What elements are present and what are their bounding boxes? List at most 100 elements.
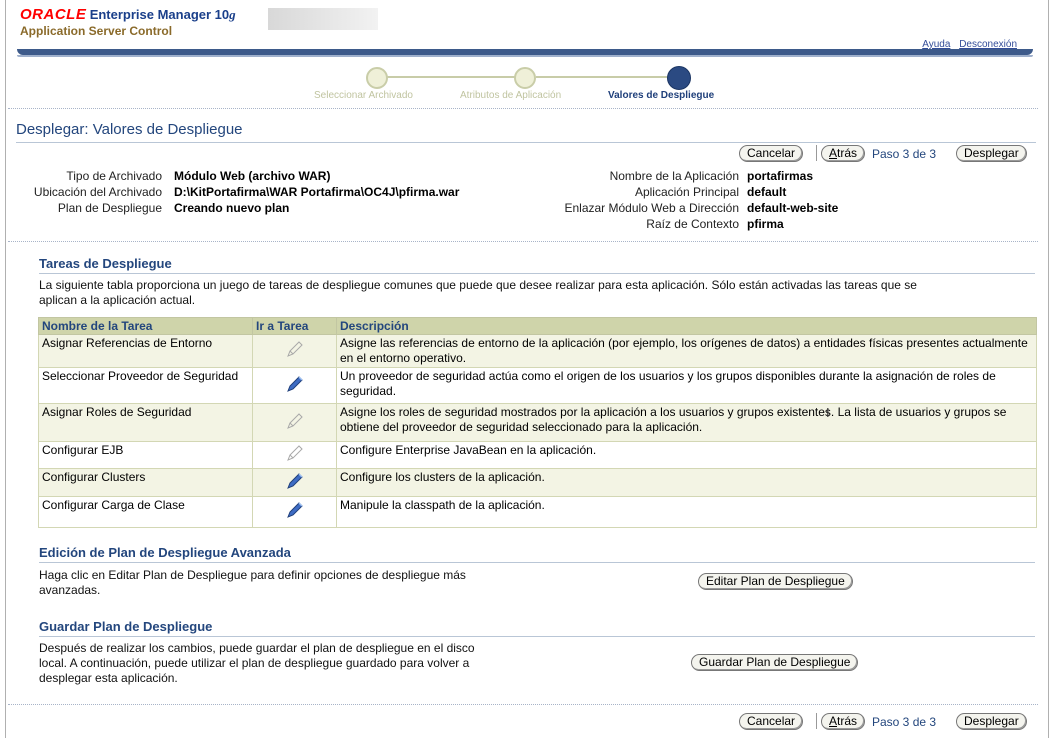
tasks-description-line: aplican a la aplicación actual.	[39, 293, 196, 307]
step-indicator-top: Paso 3 de 3	[872, 147, 937, 161]
button-separator	[816, 145, 817, 161]
task-name: Seleccionar Proveedor de Seguridad	[38, 367, 253, 404]
goto-task-cell	[252, 403, 337, 442]
column-header-description: Descripción	[336, 317, 1037, 335]
advanced-description: Haga clic en Editar Plan de Despliegue p…	[39, 568, 559, 598]
info-value-context-root: pfirma	[747, 217, 784, 231]
advanced-description-line: avanzadas.	[39, 583, 101, 597]
task-name: Asignar Referencias de Entorno	[38, 334, 253, 368]
column-header-task-name: Nombre de la Tarea	[38, 317, 253, 335]
task-description: Configure Enterprise JavaBean en la apli…	[336, 441, 1037, 469]
train-step-2-marker	[514, 67, 536, 89]
task-description: Asigne los roles de seguridad mostrados …	[336, 403, 1037, 442]
pencil-icon[interactable]	[285, 500, 305, 524]
table-row: Seleccionar Proveedor de Seguridad Un pr…	[38, 367, 1037, 404]
save-description-line: desplegar esta aplicación.	[39, 671, 178, 685]
info-label-archive-location: Ubicación del Archivado	[33, 185, 162, 199]
advanced-section-rule	[39, 562, 1035, 563]
task-description: Configure los clusters de la aplicación.	[336, 468, 1037, 497]
train-step-1-label: Seleccionar Archivado	[314, 90, 413, 101]
brand-swatch	[268, 8, 378, 30]
save-plan-button[interactable]: Guardar Plan de Despliegue	[691, 654, 859, 671]
task-description: Asigne las referencias de entorno de la …	[336, 334, 1037, 368]
task-description: Un proveedor de seguridad actúa como el …	[336, 367, 1037, 404]
goto-task-cell[interactable]	[252, 496, 337, 528]
info-value-parent-app: default	[747, 185, 787, 199]
deploy-button-bottom[interactable]: Desplegar	[956, 713, 1027, 730]
tasks-section-title: Tareas de Despliegue	[39, 256, 172, 271]
train-connector-1	[384, 76, 516, 78]
page-title: Desplegar: Valores de Despliegue	[16, 121, 243, 138]
save-description-line: Después de realizar los cambios, puede g…	[39, 641, 475, 655]
info-label-context-root: Raíz de Contexto	[646, 217, 739, 231]
back-label: trás	[837, 714, 858, 728]
goto-task-cell[interactable]	[252, 468, 337, 497]
info-value-bind-web-module: default-web-site	[747, 201, 839, 215]
table-row: Asignar Referencias de Entorno Asigne la…	[38, 334, 1037, 368]
task-name: Configurar EJB	[38, 441, 253, 469]
info-value-deploy-plan: Creando nuevo plan	[174, 201, 290, 215]
table-row: Configurar Clusters Configure los cluste…	[38, 468, 1037, 497]
train-step-3-marker	[667, 66, 691, 90]
train-connector-2	[536, 76, 670, 78]
info-label-archive-type: Tipo de Archivado	[66, 169, 162, 183]
window-left-border	[5, 0, 6, 738]
table-row: Configurar EJB Configure Enterprise Java…	[38, 441, 1037, 469]
train-step-1-marker	[366, 67, 388, 89]
title-rule	[16, 142, 1036, 143]
window-right-border	[1048, 0, 1049, 738]
train-step-3-label: Valores de Despliegue	[608, 90, 715, 101]
deploy-button-top[interactable]: Desplegar	[956, 145, 1027, 162]
task-name: Configurar Carga de Clase	[38, 496, 253, 528]
save-section-rule	[39, 636, 1035, 637]
button-separator	[816, 713, 817, 729]
back-button-top[interactable]: Atrás	[821, 145, 866, 162]
info-label-deploy-plan: Plan de Despliegue	[57, 201, 162, 215]
divider	[8, 108, 1038, 109]
info-value-app-name: portafirmas	[747, 169, 814, 183]
tasks-table-header: Nombre de la Tarea Ir a Tarea Descripció…	[38, 317, 1037, 335]
tasks-section-rule	[39, 273, 1035, 274]
product-name-suffix: g	[229, 7, 236, 22]
advanced-description-line: Haga clic en Editar Plan de Despliegue p…	[39, 568, 466, 582]
advanced-section-title: Edición de Plan de Despliegue Avanzada	[39, 545, 291, 560]
info-label-parent-app: Aplicación Principal	[634, 185, 739, 199]
back-accesskey: A	[829, 714, 838, 728]
save-section-title: Guardar Plan de Despliegue	[39, 619, 213, 634]
task-name: Configurar Clusters	[38, 468, 253, 497]
cancel-button-top[interactable]: Cancelar	[739, 145, 804, 162]
info-value-archive-location: D:\KitPortafirma\WAR Portafirma\OC4J\pfi…	[174, 185, 460, 199]
divider	[8, 704, 1038, 705]
header-bar-shadow	[17, 55, 1033, 57]
goto-task-cell[interactable]	[252, 367, 337, 404]
train-step-2-label: Atributos de Aplicación	[460, 90, 562, 101]
step-indicator-bottom: Paso 3 de 3	[872, 715, 937, 729]
product-subtitle: Application Server Control	[20, 24, 173, 38]
pencil-disabled-icon	[285, 411, 305, 435]
edit-plan-button[interactable]: Editar Plan de Despliegue	[698, 573, 853, 590]
info-label-bind-web-module: Enlazar Módulo Web a Dirección	[564, 201, 739, 215]
tasks-description: La siguiente tabla proporciona un juego …	[39, 278, 1039, 308]
brand-logo: ORACLE Enterprise Manager 10g Applicatio…	[20, 6, 236, 38]
product-name-text: Enterprise Manager 10	[89, 7, 230, 22]
save-description: Después de realizar los cambios, puede g…	[39, 641, 559, 686]
table-row: Asignar Roles de Seguridad Asigne los ro…	[38, 403, 1037, 442]
tasks-description-line: La siguiente tabla proporciona un juego …	[39, 278, 917, 292]
tasks-table: Nombre de la Tarea Ir a Tarea Descripció…	[38, 317, 1037, 528]
cancel-button-bottom[interactable]: Cancelar	[739, 713, 804, 730]
goto-task-cell	[252, 441, 337, 469]
save-description-line: local. A continuación, puede utilizar el…	[39, 656, 470, 670]
pencil-disabled-icon	[285, 443, 305, 467]
column-header-goto: Ir a Tarea	[252, 317, 337, 335]
table-row: Configurar Carga de Clase Manipule la cl…	[38, 496, 1037, 528]
pencil-icon[interactable]	[285, 374, 305, 398]
back-button-bottom[interactable]: Atrás	[821, 713, 866, 730]
pencil-disabled-icon	[285, 339, 305, 363]
oracle-logo: ORACLE	[20, 6, 87, 23]
info-value-archive-type: Módulo Web (archivo WAR)	[174, 169, 331, 183]
text-cursor-icon: I	[826, 405, 830, 420]
pencil-icon[interactable]	[285, 471, 305, 495]
goto-task-cell	[252, 334, 337, 368]
divider	[8, 241, 1038, 242]
info-label-app-name: Nombre de la Aplicación	[609, 169, 739, 183]
